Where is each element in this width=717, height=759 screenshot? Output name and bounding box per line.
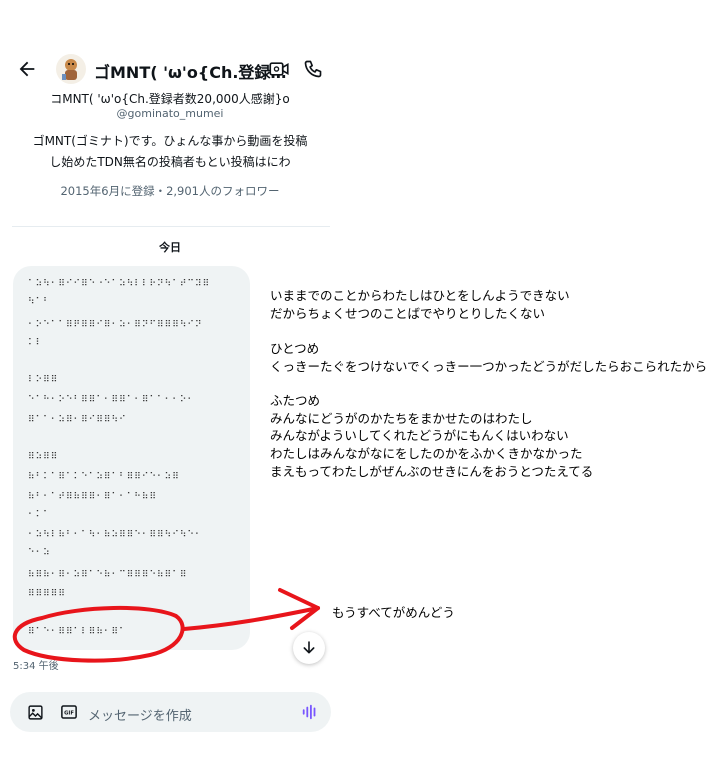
red-annotation [12, 588, 320, 663]
annotation-circle [12, 606, 185, 663]
